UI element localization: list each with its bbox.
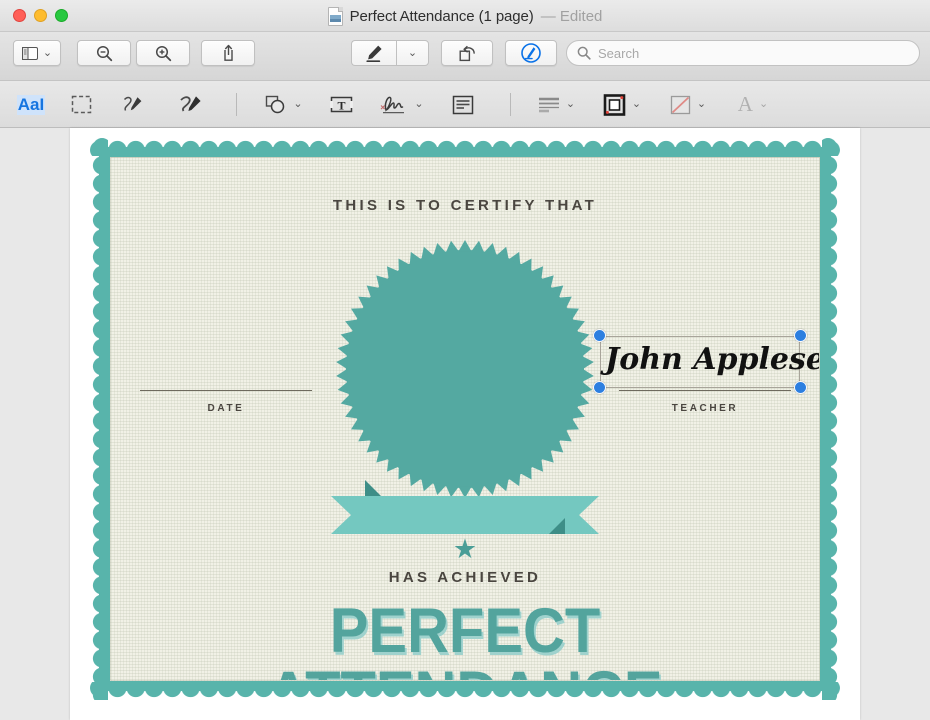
- text-selection-tool[interactable]: AaI: [10, 81, 52, 128]
- ribbon-banner-icon: [331, 480, 599, 534]
- chevron-down-icon: ⌄: [407, 46, 418, 59]
- text-selection-icon: AaI: [16, 94, 46, 115]
- chevron-down-icon: ⌄: [42, 46, 53, 59]
- teacher-label: TEACHER: [671, 403, 739, 414]
- resize-handle-bottom-left[interactable]: [593, 381, 606, 394]
- certificate-paper: THIS IS TO CERTIFY THAT ★ HAS ACHIEVED P…: [110, 157, 820, 681]
- border-color-tool[interactable]: ⌄: [596, 81, 648, 128]
- signature-text: John Appleseed: [605, 342, 819, 377]
- markup-toolbar: AaI ⌄ T ⌄ ⌄ ⌄ ⌄ A ⌄: [0, 81, 930, 128]
- chevron-down-icon: ⌄: [414, 98, 424, 110]
- markup-pen-group: ⌄: [351, 40, 429, 66]
- resize-handle-top-left[interactable]: [593, 329, 606, 342]
- pen-icon: [365, 45, 382, 62]
- border-square-icon: [603, 93, 626, 116]
- show-markup-toolbar-button[interactable]: [505, 40, 557, 66]
- markup-toggle-icon: [521, 43, 541, 63]
- zoom-out-button[interactable]: [77, 40, 131, 66]
- star-icon: ★: [452, 534, 478, 564]
- document-icon: [327, 6, 343, 26]
- edited-indicator: — Edited: [540, 7, 603, 25]
- window-title-group: Perfect Attendance (1 page) — Edited: [0, 0, 930, 32]
- chevron-down-icon: ⌄: [631, 98, 642, 110]
- dashed-rect-icon: [71, 95, 91, 114]
- date-label: DATE: [207, 403, 245, 414]
- lines-icon: [538, 97, 559, 112]
- signature-icon: [381, 96, 405, 113]
- main-toolbar: ⌄ ⌄ Search: [0, 32, 930, 81]
- toolbar-divider: [510, 93, 511, 116]
- markup-pen-button[interactable]: [351, 40, 396, 66]
- toolbar-divider: [236, 93, 237, 116]
- rotate-left-icon: [459, 45, 475, 61]
- chevron-down-icon: ⌄: [758, 98, 769, 110]
- text-box-icon: T: [329, 96, 353, 112]
- svg-text:T: T: [337, 98, 345, 112]
- zoom-in-icon: [155, 45, 171, 61]
- sketch-tool[interactable]: [112, 81, 156, 128]
- share-button[interactable]: [201, 40, 255, 66]
- search-placeholder: Search: [598, 45, 640, 61]
- rotate-left-button[interactable]: [441, 40, 493, 66]
- fill-none-icon: [670, 95, 691, 114]
- resize-handle-bottom-right[interactable]: [794, 381, 807, 394]
- date-rule: [140, 390, 312, 391]
- selection-edge-top: [600, 336, 800, 337]
- sidebar-icon: [21, 46, 38, 60]
- window-title: Perfect Attendance (1 page): [349, 7, 534, 25]
- sketch-icon: [123, 96, 142, 111]
- document-canvas[interactable]: THIS IS TO CERTIFY THAT ★ HAS ACHIEVED P…: [0, 128, 930, 720]
- chevron-down-icon: ⌄: [293, 98, 303, 110]
- window-titlebar: Perfect Attendance (1 page) — Edited: [0, 0, 930, 32]
- markup-pen-dropdown[interactable]: ⌄: [396, 40, 429, 66]
- signature-annotation[interactable]: John Appleseed: [593, 329, 819, 394]
- certificate: THIS IS TO CERTIFY THAT ★ HAS ACHIEVED P…: [90, 138, 840, 700]
- selection-edge-bottom: [600, 387, 800, 388]
- sign-tool[interactable]: ⌄: [372, 81, 432, 128]
- shapes-icon: [266, 95, 285, 114]
- teacher-rule: [619, 390, 791, 391]
- rectangular-selection-tool[interactable]: [60, 81, 102, 128]
- text-style-tool[interactable]: A ⌄: [728, 81, 778, 128]
- achieved-heading: HAS ACHIEVED: [388, 569, 542, 586]
- shape-style-tool[interactable]: ⌄: [530, 81, 582, 128]
- sidebar-view-button[interactable]: ⌄: [13, 40, 61, 66]
- note-tool[interactable]: [442, 81, 484, 128]
- preview-window: Perfect Attendance (1 page) — Edited ⌄ ⌄…: [0, 0, 930, 720]
- zoom-in-button[interactable]: [136, 40, 190, 66]
- text-tool[interactable]: T: [320, 81, 362, 128]
- note-icon: [452, 95, 474, 114]
- draw-tool[interactable]: [170, 81, 214, 128]
- resize-handle-top-right[interactable]: [794, 329, 807, 342]
- search-icon: [577, 46, 591, 60]
- search-field[interactable]: Search: [566, 40, 920, 66]
- zoom-out-icon: [96, 45, 112, 61]
- pdf-page[interactable]: THIS IS TO CERTIFY THAT ★ HAS ACHIEVED P…: [70, 128, 860, 720]
- text-style-icon: A: [737, 92, 753, 116]
- share-icon: [223, 44, 233, 61]
- chevron-down-icon: ⌄: [696, 98, 707, 110]
- certificate-title: PERFECT ATTENDANCE: [268, 596, 663, 681]
- fill-color-tool[interactable]: ⌄: [662, 81, 714, 128]
- draw-icon: [180, 95, 201, 111]
- chevron-down-icon: ⌄: [565, 98, 576, 110]
- certify-heading: THIS IS TO CERTIFY THAT: [332, 197, 598, 214]
- shapes-tool[interactable]: ⌄: [256, 81, 312, 128]
